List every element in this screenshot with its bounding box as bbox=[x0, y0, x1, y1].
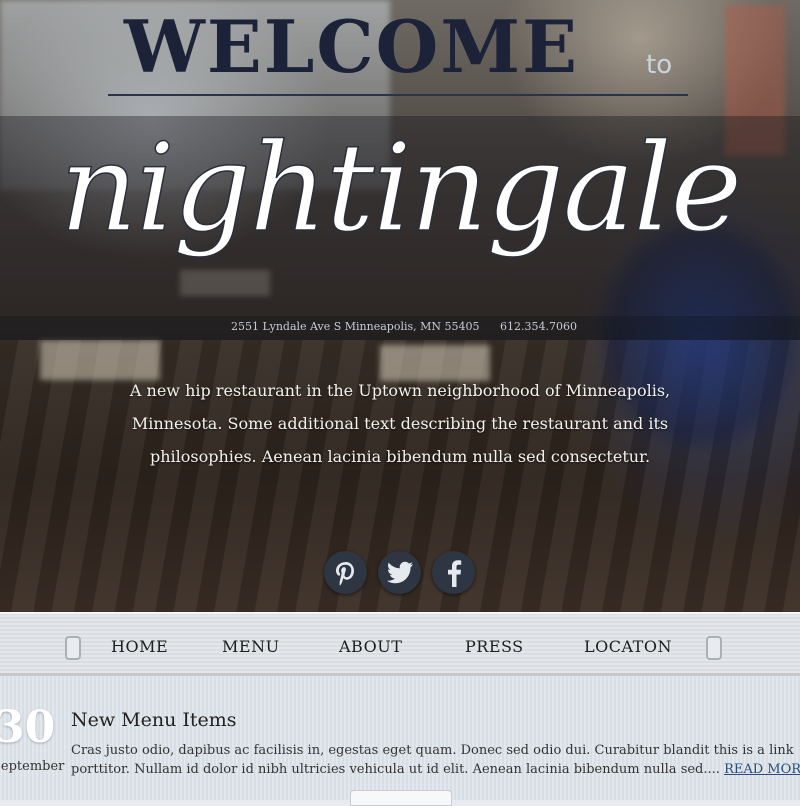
twitter-icon bbox=[386, 561, 413, 583]
nav-about[interactable]: ABOUT bbox=[339, 637, 402, 656]
post-excerpt-text: porttitor. Nullam id dolor id nibh ultri… bbox=[71, 762, 720, 777]
main-nav: HOME MENU ABOUT PRESS LOCATON bbox=[0, 612, 800, 676]
post-title[interactable]: New Menu Items bbox=[71, 709, 237, 731]
welcome-to-text: to bbox=[646, 50, 673, 80]
nav-press[interactable]: PRESS bbox=[465, 637, 524, 656]
post-date-day: 30 bbox=[0, 702, 56, 753]
welcome-heading: WELCOME bbox=[124, 4, 579, 89]
news-section bbox=[0, 676, 800, 800]
nav-right-cap bbox=[706, 636, 722, 660]
pinterest-button[interactable] bbox=[324, 551, 367, 594]
nav-left-cap bbox=[65, 636, 81, 660]
intro-line: philosophies. Aenean lacinia bibendum nu… bbox=[149, 447, 651, 466]
post-excerpt-line-2: porttitor. Nullam id dolor id nibh ultri… bbox=[71, 760, 800, 779]
heading-divider bbox=[108, 94, 688, 96]
intro-line: Minnesota. Some additional text describi… bbox=[131, 414, 669, 433]
pinterest-icon bbox=[335, 561, 354, 585]
nav-menu[interactable]: MENU bbox=[222, 637, 280, 656]
brand-name: nightingale bbox=[60, 118, 741, 259]
phone-text[interactable]: 612.354.7060 bbox=[500, 320, 577, 333]
intro-line: A new hip restaurant in the Uptown neigh… bbox=[129, 381, 671, 400]
facebook-icon bbox=[447, 559, 461, 587]
address-text: 2551 Lyndale Ave S Minneapolis, MN 55405 bbox=[231, 320, 480, 333]
post-excerpt: Cras justo odio, dapibus ac facilisis in… bbox=[71, 741, 800, 779]
facebook-button[interactable] bbox=[432, 551, 475, 594]
nav-home[interactable]: HOME bbox=[111, 637, 168, 656]
nav-location[interactable]: LOCATON bbox=[584, 637, 672, 656]
read-more-link[interactable]: READ MORE bbox=[724, 762, 800, 777]
bottom-tab[interactable] bbox=[350, 790, 452, 806]
brand-wordmark: nightingale bbox=[59, 118, 743, 260]
post-date-month: September bbox=[0, 759, 65, 774]
hero-banner: WELCOME to nightingale 2551 Lyndale Ave … bbox=[0, 0, 800, 612]
intro-paragraph: A new hip restaurant in the Uptown neigh… bbox=[100, 374, 700, 473]
twitter-button[interactable] bbox=[378, 551, 421, 594]
post-excerpt-line: Cras justo odio, dapibus ac facilisis in… bbox=[71, 743, 794, 758]
